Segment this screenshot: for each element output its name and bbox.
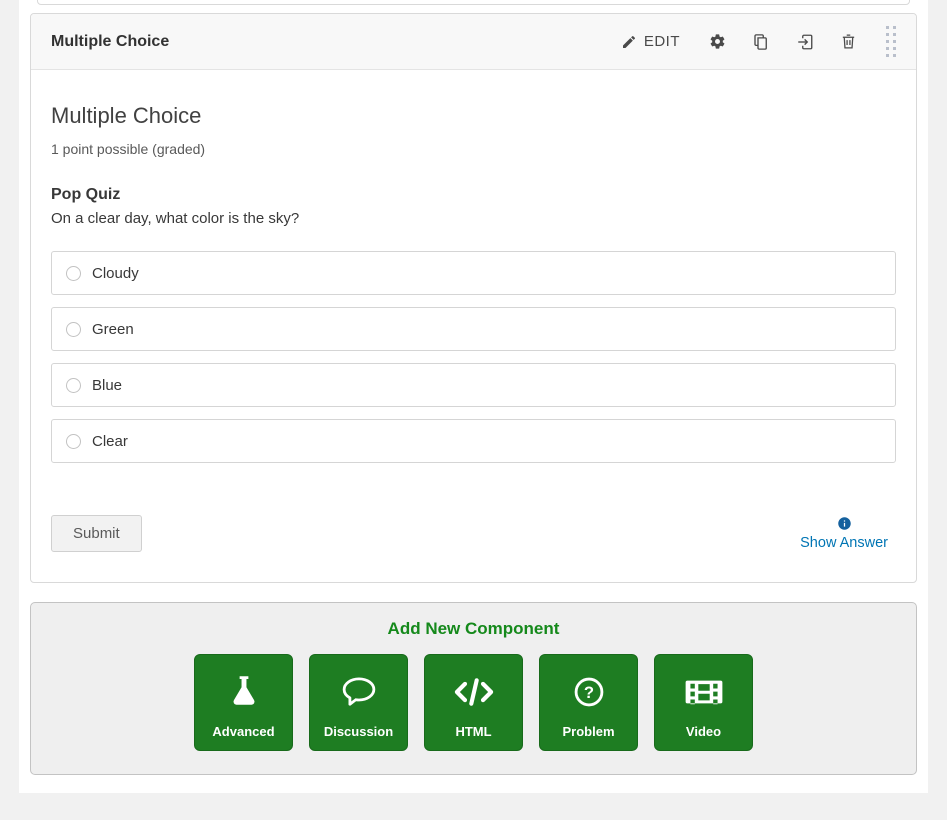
problem-display-name: Multiple Choice bbox=[51, 103, 896, 129]
delete-button[interactable] bbox=[827, 27, 870, 56]
info-icon bbox=[800, 516, 888, 531]
component-title: Multiple Choice bbox=[51, 33, 169, 51]
choice-label: Cloudy bbox=[92, 265, 139, 282]
edit-button[interactable]: EDIT bbox=[608, 27, 696, 56]
submit-button[interactable]: Submit bbox=[51, 515, 142, 552]
radio-button[interactable] bbox=[66, 266, 81, 281]
edit-button-label: EDIT bbox=[644, 33, 680, 50]
add-discussion-button[interactable]: Discussion bbox=[309, 654, 408, 751]
add-problem-button[interactable]: ? Problem bbox=[539, 654, 638, 751]
add-button-label: Video bbox=[686, 724, 721, 750]
choice-option[interactable]: Blue bbox=[51, 363, 896, 407]
show-answer-link[interactable]: Show Answer bbox=[800, 535, 888, 551]
move-icon bbox=[796, 33, 814, 51]
trash-icon bbox=[840, 33, 857, 50]
flask-icon bbox=[223, 655, 265, 724]
choice-option[interactable]: Cloudy bbox=[51, 251, 896, 295]
speech-bubble-icon bbox=[338, 655, 380, 724]
component-header: Multiple Choice EDIT bbox=[31, 14, 916, 70]
choice-group: Cloudy Green Blue Clear bbox=[51, 251, 896, 463]
add-button-label: Advanced bbox=[212, 724, 274, 750]
add-button-label: Problem bbox=[562, 724, 614, 750]
add-new-component-panel: Add New Component Advanced Discussion HT… bbox=[30, 602, 917, 775]
add-video-button[interactable]: Video bbox=[654, 654, 753, 751]
choice-label: Green bbox=[92, 321, 134, 338]
choice-label: Blue bbox=[92, 377, 122, 394]
choice-option[interactable]: Clear bbox=[51, 419, 896, 463]
duplicate-button[interactable] bbox=[739, 27, 783, 57]
choice-option[interactable]: Green bbox=[51, 307, 896, 351]
previous-component-edge bbox=[37, 0, 910, 5]
add-button-label: Discussion bbox=[324, 724, 393, 750]
show-answer-block: Show Answer bbox=[800, 516, 888, 552]
add-html-button[interactable]: HTML bbox=[424, 654, 523, 751]
duplicate-icon bbox=[752, 33, 770, 51]
add-component-title: Add New Component bbox=[31, 619, 916, 639]
question-circle-icon: ? bbox=[569, 655, 609, 724]
component-actions: EDIT bbox=[608, 22, 906, 61]
code-icon bbox=[452, 655, 496, 724]
drag-handle-icon[interactable] bbox=[882, 22, 900, 61]
question-text: On a clear day, what color is the sky? bbox=[51, 210, 896, 227]
points-possible-text: 1 point possible (graded) bbox=[51, 141, 896, 157]
problem-actions: Submit Show Answer bbox=[51, 515, 896, 552]
radio-button[interactable] bbox=[66, 322, 81, 337]
problem-component-card: Multiple Choice EDIT bbox=[30, 13, 917, 583]
settings-button[interactable] bbox=[696, 27, 739, 56]
svg-text:?: ? bbox=[583, 682, 593, 701]
add-advanced-button[interactable]: Advanced bbox=[194, 654, 293, 751]
radio-button[interactable] bbox=[66, 378, 81, 393]
move-button[interactable] bbox=[783, 27, 827, 57]
add-button-label: HTML bbox=[455, 724, 491, 750]
add-component-buttons: Advanced Discussion HTML ? Problem Video bbox=[31, 654, 916, 751]
problem-body: Multiple Choice 1 point possible (graded… bbox=[31, 70, 916, 582]
choice-label: Clear bbox=[92, 433, 128, 450]
radio-button[interactable] bbox=[66, 434, 81, 449]
gear-icon bbox=[709, 33, 726, 50]
question-title: Pop Quiz bbox=[51, 186, 896, 204]
film-icon bbox=[683, 655, 725, 724]
pencil-icon bbox=[621, 34, 637, 50]
